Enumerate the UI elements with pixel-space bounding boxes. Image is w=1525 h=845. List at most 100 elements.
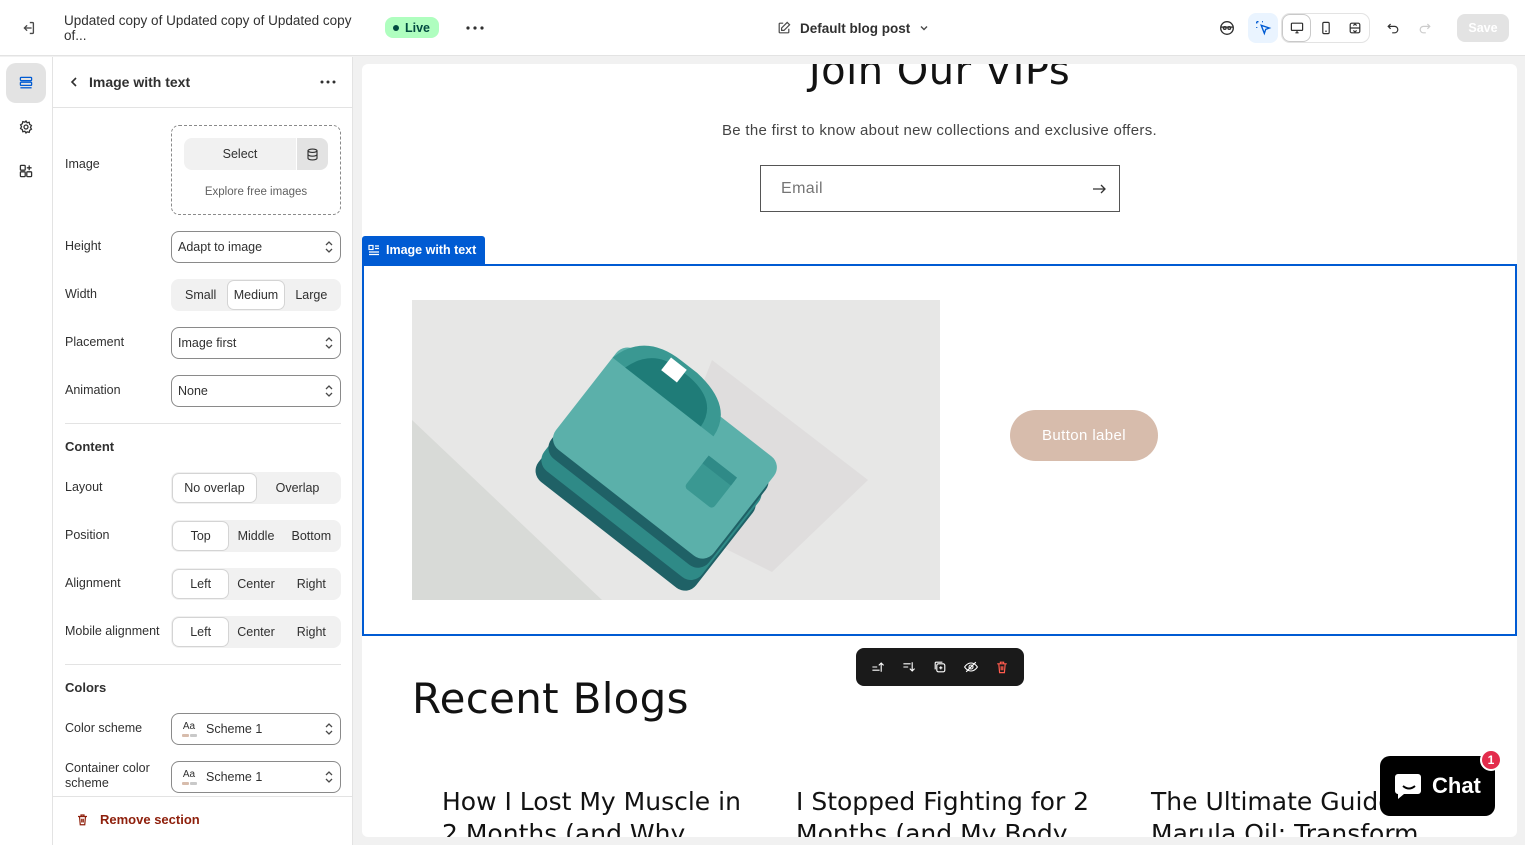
scheme-swatch-icon: Aa bbox=[178, 718, 200, 740]
fullscreen-icon[interactable] bbox=[1340, 14, 1369, 42]
position-option-bottom[interactable]: Bottom bbox=[284, 522, 339, 550]
container-color-scheme-label: Container color scheme bbox=[65, 761, 150, 790]
chat-button[interactable]: Chat bbox=[1380, 756, 1495, 816]
save-button[interactable]: Save bbox=[1457, 14, 1509, 42]
redo-icon[interactable] bbox=[1410, 13, 1440, 43]
undo-icon[interactable] bbox=[1378, 13, 1408, 43]
cta-button[interactable]: Button label bbox=[1010, 410, 1158, 461]
width-option-medium[interactable]: Medium bbox=[228, 281, 284, 309]
image-library-icon[interactable] bbox=[297, 138, 328, 170]
ai-sidekick-icon[interactable] bbox=[1212, 13, 1242, 43]
placement-select[interactable]: Image first bbox=[171, 327, 341, 359]
top-bar: Updated copy of Updated copy of Updated … bbox=[0, 0, 1525, 56]
explore-free-images-link[interactable]: Explore free images bbox=[172, 186, 340, 198]
template-label: Default blog post bbox=[800, 20, 911, 36]
back-arrow-icon[interactable] bbox=[61, 69, 87, 95]
section-tag-label: Image with text bbox=[386, 243, 477, 257]
email-field[interactable] bbox=[760, 165, 1120, 212]
blog-card-title[interactable]: I Stopped Fighting for 2 Months (and My … bbox=[796, 786, 1096, 837]
container-color-scheme-value: Scheme 1 bbox=[206, 770, 263, 784]
delete-icon[interactable] bbox=[989, 654, 1015, 680]
color-scheme-label: Color scheme bbox=[65, 721, 143, 735]
trash-icon bbox=[78, 814, 87, 826]
theme-settings-icon[interactable] bbox=[6, 107, 46, 147]
blog-card-title[interactable]: How I Lost My Muscle in 2 Months (and Wh… bbox=[442, 786, 742, 837]
content-section-title: Content bbox=[65, 439, 115, 454]
apps-icon[interactable] bbox=[6, 151, 46, 191]
move-down-icon[interactable] bbox=[896, 654, 922, 680]
move-up-icon[interactable] bbox=[865, 654, 891, 680]
image-picker: Select Explore free images bbox=[171, 125, 341, 215]
divider bbox=[65, 664, 341, 665]
panel-title: Image with text bbox=[89, 74, 191, 90]
newsletter-heading: Join Our VIPs bbox=[808, 64, 1071, 94]
mobile-alignment-option-right[interactable]: Right bbox=[284, 618, 339, 646]
select-arrows-icon bbox=[318, 722, 340, 736]
position-segmented: Top Middle Bottom bbox=[171, 520, 341, 552]
alignment-segmented: Left Center Right bbox=[171, 568, 341, 600]
layout-option-overlap[interactable]: Overlap bbox=[256, 474, 339, 502]
image-with-text-icon bbox=[368, 244, 379, 256]
email-input[interactable] bbox=[781, 179, 1091, 198]
mobile-alignment-segmented: Left Center Right bbox=[171, 616, 341, 648]
width-option-small[interactable]: Small bbox=[173, 281, 228, 309]
height-select[interactable]: Adapt to image bbox=[171, 231, 341, 263]
select-image-button[interactable]: Select bbox=[184, 138, 296, 170]
chat-notification-badge: 1 bbox=[1480, 749, 1502, 771]
arrow-right-icon[interactable] bbox=[1091, 181, 1107, 197]
width-option-large[interactable]: Large bbox=[284, 281, 339, 309]
animation-label: Animation bbox=[65, 383, 121, 397]
color-scheme-select[interactable]: Aa Scheme 1 bbox=[171, 713, 341, 745]
template-selector[interactable]: Default blog post bbox=[768, 14, 938, 42]
divider bbox=[65, 423, 341, 424]
layout-segmented: No overlap Overlap bbox=[171, 472, 341, 504]
height-label: Height bbox=[65, 239, 102, 253]
live-badge: Live bbox=[385, 17, 440, 38]
more-actions-icon[interactable] bbox=[462, 14, 488, 42]
panel-more-icon[interactable] bbox=[315, 69, 341, 95]
mobile-alignment-label: Mobile alignment bbox=[65, 624, 160, 638]
duplicate-icon[interactable] bbox=[927, 654, 953, 680]
width-label: Width bbox=[65, 287, 97, 301]
mobile-alignment-option-center[interactable]: Center bbox=[228, 618, 283, 646]
section-settings-panel: Image with text Image Select Explore fre… bbox=[53, 57, 353, 845]
placement-value: Image first bbox=[178, 336, 237, 350]
select-arrows-icon bbox=[318, 336, 340, 350]
mobile-view-icon[interactable] bbox=[1311, 14, 1340, 42]
scheme-swatch-icon: Aa bbox=[178, 766, 200, 788]
position-option-middle[interactable]: Middle bbox=[228, 522, 283, 550]
animation-value: None bbox=[178, 384, 208, 398]
left-rail bbox=[0, 57, 53, 845]
live-dot-icon bbox=[393, 24, 399, 31]
select-arrows-icon bbox=[318, 240, 340, 254]
layout-option-no-overlap[interactable]: No overlap bbox=[173, 474, 256, 502]
folded-shirts-image bbox=[412, 300, 940, 600]
remove-section-button[interactable]: Remove section bbox=[75, 812, 200, 827]
panel-header: Image with text bbox=[53, 57, 352, 108]
alignment-option-right[interactable]: Right bbox=[284, 570, 339, 598]
exit-icon[interactable] bbox=[14, 14, 42, 42]
inspector-cursor-icon[interactable] bbox=[1248, 13, 1278, 43]
live-label: Live bbox=[405, 20, 431, 35]
image-label: Image bbox=[65, 157, 100, 171]
newsletter-subtext: Be the first to know about new collectio… bbox=[722, 122, 1157, 139]
width-segmented: Small Medium Large bbox=[171, 279, 341, 311]
hide-icon[interactable] bbox=[958, 654, 984, 680]
height-value: Adapt to image bbox=[178, 240, 263, 254]
alignment-option-left[interactable]: Left bbox=[173, 570, 229, 598]
container-color-scheme-select[interactable]: Aa Scheme 1 bbox=[171, 761, 341, 793]
layout-label: Layout bbox=[65, 480, 103, 494]
mobile-alignment-option-left[interactable]: Left bbox=[173, 618, 229, 646]
desktop-view-icon[interactable] bbox=[1282, 14, 1311, 42]
animation-select[interactable]: None bbox=[171, 375, 341, 407]
alignment-option-center[interactable]: Center bbox=[228, 570, 283, 598]
position-option-top[interactable]: Top bbox=[173, 522, 229, 550]
storefront-preview: Join Our VIPs Be the first to know about… bbox=[362, 64, 1517, 837]
select-arrows-icon bbox=[318, 384, 340, 398]
sections-icon[interactable] bbox=[6, 63, 46, 103]
color-scheme-value: Scheme 1 bbox=[206, 722, 263, 736]
colors-section-title: Colors bbox=[65, 680, 107, 695]
chat-bubble-icon bbox=[1395, 774, 1421, 799]
chat-label: Chat bbox=[1432, 773, 1481, 798]
selected-section-tag: Image with text bbox=[362, 236, 486, 264]
